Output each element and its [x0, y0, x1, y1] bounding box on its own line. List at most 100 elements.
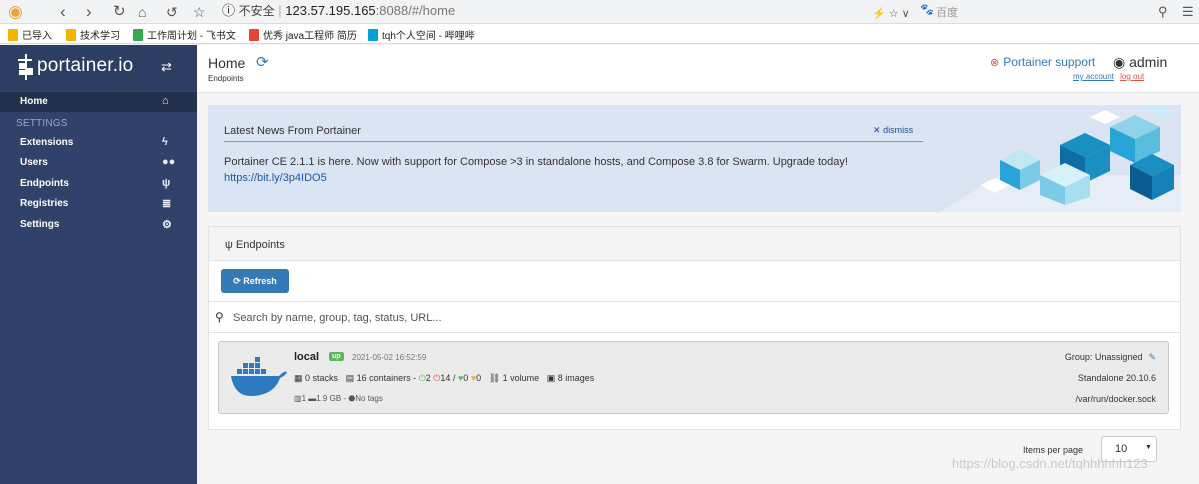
- page-title: Home: [208, 55, 246, 71]
- sidebar-item-label: Registries: [20, 198, 69, 209]
- star-icon[interactable]: ☆: [193, 2, 206, 22]
- back-icon[interactable]: ‹: [60, 2, 66, 22]
- endpoint-url: /var/run/docker.sock: [1075, 394, 1156, 404]
- toggle-sidebar-icon[interactable]: ⇄: [161, 59, 172, 75]
- running-icon: ⏻: [418, 373, 426, 383]
- extension-icons[interactable]: ⚡ ☆ ∨: [872, 4, 910, 24]
- browser-search-box[interactable]: 百度: [936, 4, 958, 20]
- user-name: ◉ admin: [1113, 54, 1168, 70]
- unhealthy-count: 0: [476, 373, 482, 383]
- close-icon: ✕: [873, 125, 881, 135]
- images-count: 8 images: [557, 373, 595, 383]
- cpu-count: 1: [301, 394, 307, 403]
- brand[interactable]: portainer.io ⇄: [0, 45, 197, 90]
- news-body: Portainer CE 2.1.1 is here. Now with sup…: [224, 154, 848, 186]
- log-out-link[interactable]: log out: [1120, 72, 1144, 81]
- folder-icon: [8, 28, 18, 41]
- user-icon: ◉: [1113, 54, 1126, 70]
- containers-count: 16 containers: [356, 373, 411, 383]
- security-label: 不安全: [238, 4, 275, 18]
- refresh-icon: ⟳: [233, 276, 241, 286]
- endpoint-timestamp: 2021-05-02 16:52:59: [352, 353, 427, 362]
- url-host: 123.57.195.165: [285, 3, 376, 18]
- database-icon: ≣: [162, 198, 172, 210]
- endpoint-resources: ▥1 ▬1.9 GB - ⬣No tags: [294, 394, 383, 403]
- bookmark-bilibili[interactable]: tqh个人空间 - 哔哩哔: [368, 27, 475, 42]
- sidebar-item-extensions[interactable]: Extensions ϟ: [0, 133, 197, 153]
- reload-icon[interactable]: ↻: [113, 2, 126, 22]
- security-icon: ⓘ: [222, 3, 236, 18]
- url-path: :8088/#/home: [375, 3, 456, 18]
- plug-icon: ψ: [162, 177, 171, 189]
- portainer-logo-icon: [18, 54, 33, 80]
- news-divider: [224, 141, 923, 142]
- endpoint-item-local[interactable]: local up 2021-05-02 16:52:59 ▦ 0 stacks …: [218, 341, 1169, 414]
- sidebar-item-endpoints[interactable]: Endpoints ψ: [0, 174, 197, 194]
- healthy-count: 0: [463, 373, 469, 383]
- sidebar-item-label: Endpoints: [20, 178, 69, 189]
- sidebar-item-users[interactable]: Users ●●: [0, 153, 197, 173]
- support-link[interactable]: ⊗ Portainer support: [990, 55, 1095, 69]
- news-title: Latest News From Portainer: [224, 125, 361, 137]
- edit-icon[interactable]: ✎: [1148, 352, 1156, 362]
- news-banner: Latest News From Portainer ✕ dismiss Por…: [208, 105, 1181, 212]
- bookmarks-bar: 已导入 技术学习 工作周计划 - 飞书文 优秀 java工程师 简历 tqh个人…: [0, 24, 1199, 44]
- stacks-icon: ▦: [294, 373, 303, 383]
- menu-icon[interactable]: ☰: [1182, 2, 1194, 22]
- endpoint-group: Group: Unassigned ✎: [1064, 352, 1156, 362]
- volumes-count: 1 volume: [502, 373, 540, 383]
- endpoints-panel: ψ Endpoints ⟳ Refresh ⚲ local up 2021-05…: [208, 226, 1181, 455]
- cogs-icon: ⚙: [162, 219, 172, 231]
- plug-icon: ψ: [225, 239, 233, 251]
- undo-icon[interactable]: ↺: [166, 2, 178, 22]
- search-input[interactable]: [233, 308, 933, 328]
- status-badge: up: [329, 352, 344, 361]
- sidebar-item-registries[interactable]: Registries ≣: [0, 194, 197, 214]
- home-icon[interactable]: ⌂: [138, 2, 146, 22]
- sidebar-item-settings[interactable]: Settings ⚙: [0, 215, 197, 235]
- support-icon: ⊗: [990, 57, 1000, 69]
- cpu-icon: ▥: [294, 394, 302, 403]
- address-bar[interactable]: ⓘ 不安全 | 123.57.195.165:8088/#/home: [222, 2, 455, 20]
- bolt-icon: ϟ: [162, 136, 168, 148]
- refresh-button[interactable]: ⟳ Refresh: [221, 269, 289, 293]
- cubes-illustration: [940, 105, 1181, 212]
- watermark: https://blog.csdn.net/tqhhhhhh123: [952, 456, 1148, 471]
- settings-heading: SETTINGS: [16, 118, 68, 129]
- browser-toolbar: ◉ ‹ › ↻ ⌂ ↺ ☆ ⓘ 不安全 | 123.57.195.165:808…: [0, 0, 1199, 24]
- volumes-icon: ⛓: [488, 373, 501, 383]
- refresh-icon[interactable]: ⟳: [256, 53, 269, 71]
- page-header: Home ⟳ Endpoints ⊗ Portainer support ◉ ad…: [197, 45, 1199, 93]
- search-bar: ⚲: [209, 301, 1180, 333]
- news-text: Portainer CE 2.1.1 is here. Now with sup…: [224, 156, 848, 168]
- panel-heading: ψ Endpoints: [209, 227, 1180, 261]
- items-per-page-value: 10: [1115, 443, 1128, 455]
- my-account-link[interactable]: my account: [1073, 72, 1114, 81]
- sidebar-item-label: Extensions: [20, 137, 74, 148]
- browser-search-icon[interactable]: ⚲: [1158, 2, 1168, 22]
- dismiss-button[interactable]: ✕ dismiss: [873, 125, 913, 136]
- bookmark-resume[interactable]: 优秀 java工程师 简历: [249, 27, 357, 42]
- account-links: my account log out: [1073, 72, 1144, 81]
- images-icon: ▣: [546, 373, 556, 383]
- folder-icon: [66, 28, 76, 41]
- news-link[interactable]: https://bit.ly/3p4IDO5: [224, 170, 848, 186]
- sidebar-item-label: Users: [20, 157, 48, 168]
- running-count: 2: [425, 373, 431, 383]
- users-icon: ●●: [162, 156, 176, 168]
- feishu-icon: [133, 28, 143, 41]
- bookmark-feishu[interactable]: 工作周计划 - 飞书文: [133, 27, 236, 42]
- bookmark-imported[interactable]: 已导入: [8, 27, 52, 42]
- containers-icon: ▤: [345, 373, 355, 383]
- search-icon: ⚲: [215, 310, 224, 324]
- endpoint-name: local: [294, 351, 320, 363]
- memory-size: 1.9 GB: [316, 394, 342, 403]
- forward-icon[interactable]: ›: [86, 2, 92, 22]
- sidebar-item-home[interactable]: Home ⌂: [0, 92, 197, 112]
- bookmark-tech[interactable]: 技术学习: [66, 27, 120, 42]
- items-per-page-label: Items per page: [1023, 445, 1084, 455]
- stacks-count: 0 stacks: [305, 373, 339, 383]
- sidebar-item-label: Settings: [20, 219, 60, 230]
- brand-name: portainer.io: [37, 55, 134, 76]
- resume-icon: [249, 28, 259, 41]
